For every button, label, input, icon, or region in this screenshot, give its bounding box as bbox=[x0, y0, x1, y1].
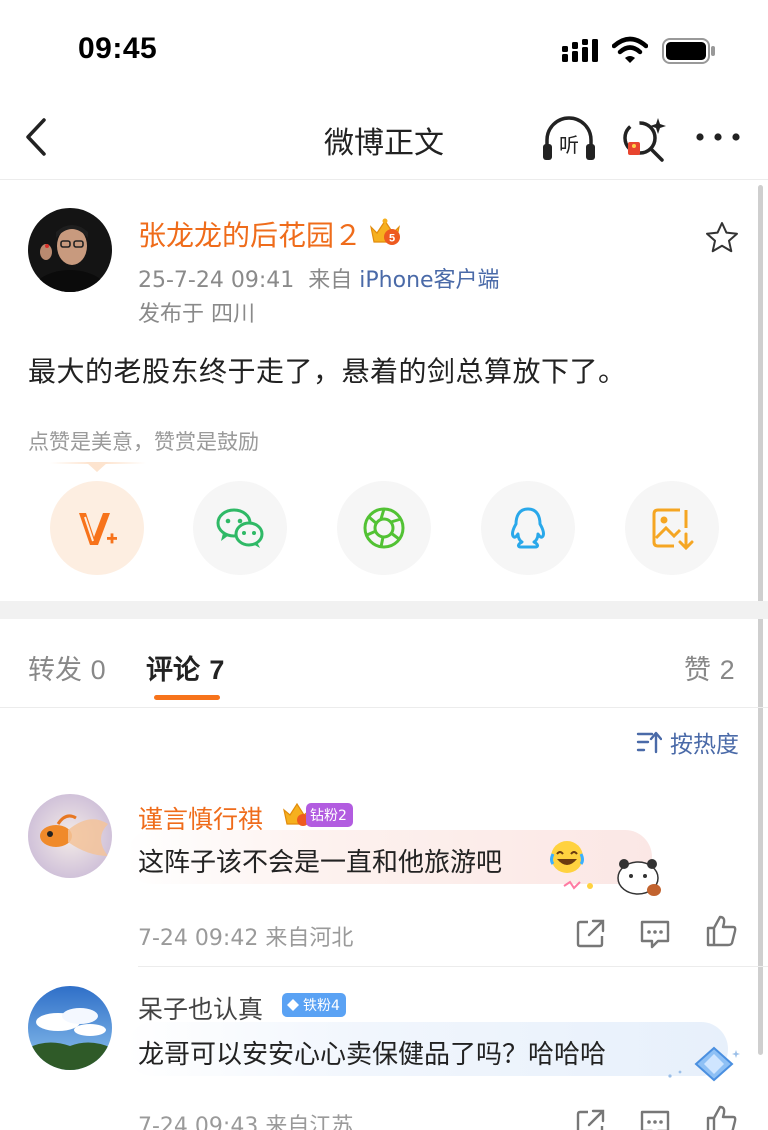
listen-button[interactable]: 听 bbox=[540, 114, 598, 164]
qq-share-button[interactable] bbox=[481, 481, 575, 575]
comment-author-name[interactable]: 呆子也认真 bbox=[138, 990, 263, 1026]
headphones-icon: 听 bbox=[543, 116, 595, 160]
sort-label: 按热度 bbox=[670, 732, 739, 758]
tab-comments[interactable]: 评论 7 bbox=[146, 648, 224, 687]
comment-avatar[interactable] bbox=[28, 794, 112, 878]
wechat-share-button[interactable] bbox=[193, 481, 287, 575]
favorite-star-icon[interactable] bbox=[704, 220, 740, 256]
tab-likes-label: 赞 bbox=[684, 655, 711, 686]
post-source-prefix: 来自 bbox=[308, 268, 353, 293]
ai-search-button[interactable] bbox=[620, 114, 668, 164]
reply-comment-icon[interactable] bbox=[638, 1106, 672, 1130]
post-text: 最大的老股东终于走了，悬着的剑总算放下了。 bbox=[28, 355, 627, 388]
save-image-icon bbox=[652, 508, 694, 550]
post-author-name[interactable]: 张龙龙的后花园２ bbox=[138, 214, 362, 254]
sort-icon bbox=[636, 731, 662, 754]
tab-repost-label: 转发 bbox=[28, 655, 82, 686]
post-source[interactable]: iPhone客户端 bbox=[359, 268, 499, 293]
post-location: 发布于 四川 bbox=[138, 302, 255, 327]
moments-share-button[interactable] bbox=[337, 481, 431, 575]
post-date: 25-7-24 09:41 bbox=[138, 268, 295, 293]
author-avatar[interactable] bbox=[28, 208, 112, 292]
save-image-button[interactable] bbox=[625, 481, 719, 575]
moments-icon bbox=[363, 507, 405, 549]
diamond-decoration-icon bbox=[668, 1046, 740, 1082]
comment-meta: 7-24 09:43 来自江苏 bbox=[138, 1114, 354, 1130]
ai-search-icon bbox=[623, 118, 666, 162]
tab-comments-count: 7 bbox=[209, 655, 225, 685]
reward-v-icon bbox=[79, 513, 117, 545]
comment-avatar[interactable] bbox=[28, 986, 112, 1070]
comment-text: 这阵子该不会是一直和他旅游吧 bbox=[138, 848, 503, 878]
wechat-icon bbox=[216, 508, 264, 548]
share-comment-icon[interactable] bbox=[574, 916, 608, 950]
hint-arrow bbox=[86, 462, 108, 472]
tab-comments-label: 评论 bbox=[146, 655, 200, 686]
fan-badge-label: 铁粉4 bbox=[303, 998, 340, 1014]
comment-text: 龙哥可以安安心心卖保健品了吗？哈哈哈 bbox=[138, 1040, 607, 1070]
reward-hint: 点赞是美意，赞赏是鼓励 bbox=[28, 430, 259, 454]
like-comment-icon[interactable] bbox=[704, 1104, 738, 1130]
crown-level: 5 bbox=[389, 233, 395, 245]
vip-crown-icon: 5 bbox=[370, 218, 400, 245]
diamond-icon bbox=[287, 999, 299, 1011]
tab-likes[interactable]: 赞 2 bbox=[684, 648, 735, 687]
more-icon[interactable] bbox=[694, 122, 742, 152]
battery-icon bbox=[662, 38, 715, 64]
tab-likes-count: 2 bbox=[719, 655, 735, 685]
cellular-signal-icon bbox=[562, 39, 598, 62]
comment-meta: 7-24 09:42 来自河北 bbox=[138, 926, 354, 951]
tab-bar: 转发 0 评论 7 赞 2 bbox=[0, 620, 768, 708]
section-divider bbox=[0, 601, 768, 619]
wifi-icon bbox=[612, 36, 648, 63]
post-meta: 25-7-24 09:41 来自 iPhone客户端 bbox=[138, 262, 500, 294]
qq-icon bbox=[511, 507, 545, 549]
comment-divider bbox=[138, 966, 768, 967]
reward-button[interactable] bbox=[50, 481, 144, 575]
reply-comment-icon[interactable] bbox=[638, 916, 672, 950]
active-tab-indicator bbox=[154, 695, 220, 700]
like-comment-icon[interactable] bbox=[704, 914, 738, 948]
status-time: 09:45 bbox=[78, 32, 158, 65]
share-comment-icon[interactable] bbox=[574, 1106, 608, 1130]
status-bar: 09:45 bbox=[0, 0, 768, 100]
listen-label: 听 bbox=[559, 133, 579, 157]
tab-repost[interactable]: 转发 0 bbox=[28, 648, 106, 687]
fan-badge: 铁粉4 bbox=[282, 993, 346, 1017]
nav-bar: 微博正文 听 bbox=[0, 100, 768, 180]
tab-repost-count: 0 bbox=[90, 655, 106, 685]
fan-badge: 钻粉2 bbox=[306, 803, 353, 827]
sort-button[interactable]: 按热度 bbox=[636, 728, 739, 758]
fan-badge-label: 钻粉2 bbox=[310, 808, 347, 824]
panda-sticker-icon bbox=[563, 859, 661, 896]
